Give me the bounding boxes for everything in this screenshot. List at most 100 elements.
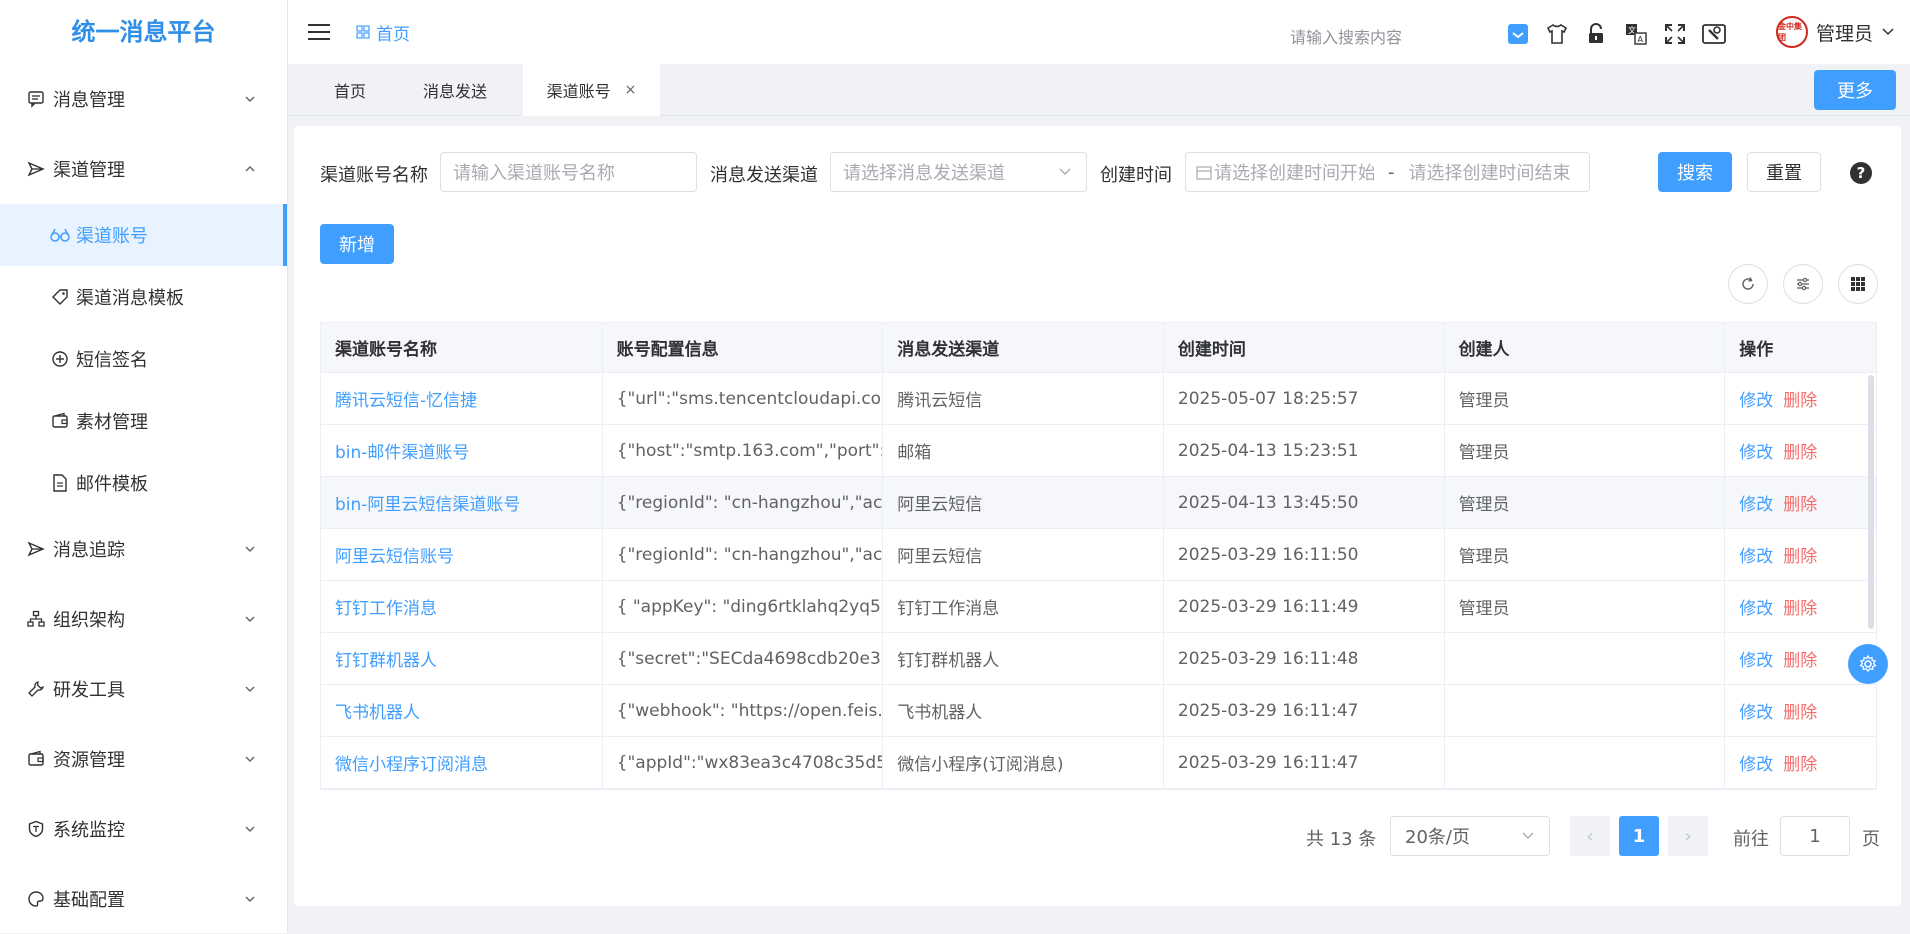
- page-size-select[interactable]: 20条/页: [1390, 816, 1550, 856]
- filter-channel-label: 消息发送渠道: [710, 165, 818, 186]
- hamburger-icon[interactable]: [306, 19, 332, 45]
- delete-link[interactable]: 删除: [1783, 542, 1817, 567]
- sidebar-item-channel-management[interactable]: 渠道管理: [0, 134, 287, 204]
- tab-label: 消息发送: [422, 82, 487, 101]
- wallet-icon: [25, 748, 47, 770]
- search-button[interactable]: 搜索: [1658, 152, 1732, 192]
- header-search-input[interactable]: 请输入搜索内容: [1290, 24, 1402, 48]
- filter-settings-icon[interactable]: [1783, 264, 1823, 304]
- refresh-icon[interactable]: [1728, 264, 1768, 304]
- sidebar-item-material-management[interactable]: 素材管理: [0, 390, 287, 452]
- delete-link[interactable]: 删除: [1783, 438, 1817, 463]
- account-name-link[interactable]: bin-阿里云短信渠道账号: [335, 490, 520, 515]
- chevron-down-icon: [245, 756, 255, 762]
- account-name-link[interactable]: 钉钉群机器人: [335, 646, 437, 671]
- tab-home[interactable]: 首页: [304, 64, 396, 116]
- date-end-input[interactable]: 请选择创建时间结束: [1409, 159, 1589, 185]
- created-cell: 2025-03-29 16:11:48: [1164, 633, 1445, 684]
- delete-link[interactable]: 删除: [1783, 750, 1817, 775]
- close-icon[interactable]: ×: [625, 82, 637, 98]
- checkbox-icon[interactable]: [1506, 22, 1530, 46]
- wrench-icon: [25, 678, 47, 700]
- account-name-link[interactable]: 阿里云短信账号: [335, 542, 454, 567]
- columns-grid-icon[interactable]: [1838, 264, 1878, 304]
- creator-cell: 管理员: [1445, 477, 1726, 528]
- shirt-icon[interactable]: [1545, 22, 1569, 46]
- table-scrollbar[interactable]: [1868, 375, 1874, 629]
- tab-channel-account[interactable]: 渠道账号 ×: [523, 64, 660, 116]
- fullscreen-icon[interactable]: [1663, 22, 1687, 46]
- page-number-button[interactable]: 1: [1619, 816, 1659, 856]
- date-start-input[interactable]: 请选择创建时间开始: [1214, 159, 1374, 185]
- account-name-link[interactable]: bin-邮件渠道账号: [335, 438, 469, 463]
- created-cell: 2025-04-13 15:23:51: [1164, 425, 1445, 476]
- reset-button[interactable]: 重置: [1747, 152, 1821, 192]
- column-header: 创建时间: [1164, 323, 1445, 372]
- edit-link[interactable]: 修改: [1739, 438, 1773, 463]
- delete-link[interactable]: 删除: [1783, 646, 1817, 671]
- lock-icon[interactable]: [1584, 22, 1608, 46]
- tag-icon: [50, 287, 70, 307]
- sidebar-item-resource-management[interactable]: 资源管理: [0, 724, 287, 794]
- account-name-link[interactable]: 腾讯云短信-忆信捷: [335, 386, 477, 411]
- channel-cell: 阿里云短信: [883, 529, 1164, 580]
- creator-cell: [1445, 685, 1726, 736]
- chevron-down-icon: [1059, 168, 1071, 175]
- table-row: 钉钉群机器人 {"secret":"SECda4698cdb20e3... 钉钉…: [321, 633, 1876, 685]
- prev-page-button[interactable]: ‹: [1570, 816, 1610, 856]
- account-name-link[interactable]: 钉钉工作消息: [335, 594, 437, 619]
- delete-link[interactable]: 删除: [1783, 490, 1817, 515]
- channel-cell: 飞书机器人: [883, 685, 1164, 736]
- tool-settings-icon[interactable]: [1702, 22, 1726, 46]
- help-icon[interactable]: ?: [1850, 162, 1872, 184]
- sidebar-item-organization[interactable]: 组织架构: [0, 584, 287, 654]
- sidebar-item-channel-template[interactable]: 渠道消息模板: [0, 266, 287, 328]
- delete-link[interactable]: 删除: [1783, 386, 1817, 411]
- config-cell: {"regionId": "cn-hangzhou","ac...: [603, 477, 884, 528]
- sidebar-item-basic-config[interactable]: 基础配置: [0, 864, 287, 934]
- table-row: bin-邮件渠道账号 {"host":"smtp.163.com","port"…: [321, 425, 1876, 477]
- delete-link[interactable]: 删除: [1783, 698, 1817, 723]
- more-button[interactable]: 更多: [1814, 70, 1896, 110]
- sidebar-item-sms-signature[interactable]: 短信签名: [0, 328, 287, 390]
- delete-link[interactable]: 删除: [1783, 594, 1817, 619]
- app-logo-title: 统一消息平台: [71, 18, 216, 46]
- sidebar-item-label: 渠道管理: [53, 160, 125, 181]
- table-header-row: 渠道账号名称 账号配置信息 消息发送渠道 创建时间 创建人 操作: [321, 323, 1876, 373]
- breadcrumb[interactable]: 首页: [356, 20, 410, 45]
- sidebar-item-channel-account[interactable]: 渠道账号: [0, 204, 287, 266]
- edit-link[interactable]: 修改: [1739, 386, 1773, 411]
- column-header: 渠道账号名称: [321, 323, 603, 372]
- channel-select[interactable]: 请选择消息发送渠道: [830, 152, 1087, 192]
- shield-icon: [25, 818, 47, 840]
- sidebar-item-message-management[interactable]: 消息管理: [0, 64, 287, 134]
- edit-link[interactable]: 修改: [1739, 490, 1773, 515]
- next-page-button[interactable]: ›: [1668, 816, 1708, 856]
- translate-icon[interactable]: 文A: [1624, 22, 1648, 46]
- chevron-up-icon: [245, 166, 255, 172]
- tab-message-send[interactable]: 消息发送: [396, 64, 514, 116]
- edit-link[interactable]: 修改: [1739, 542, 1773, 567]
- account-name-input[interactable]: 请输入渠道账号名称: [440, 152, 697, 192]
- add-button[interactable]: 新增: [320, 224, 394, 264]
- user-menu[interactable]: 金中集团 管理员: [1776, 16, 1895, 48]
- created-cell: 2025-03-29 16:11:50: [1164, 529, 1445, 580]
- account-name-link[interactable]: 飞书机器人: [335, 698, 420, 723]
- account-name-link[interactable]: 微信小程序订阅消息: [335, 750, 488, 775]
- created-cell: 2025-03-29 16:11:47: [1164, 685, 1445, 736]
- sidebar-item-label: 消息追踪: [53, 540, 125, 561]
- sidebar-item-dev-tools[interactable]: 研发工具: [0, 654, 287, 724]
- palette-icon: [25, 888, 47, 910]
- edit-link[interactable]: 修改: [1739, 698, 1773, 723]
- edit-link[interactable]: 修改: [1739, 594, 1773, 619]
- edit-link[interactable]: 修改: [1739, 646, 1773, 671]
- sidebar-item-mail-template[interactable]: 邮件模板: [0, 452, 287, 514]
- goto-page-input[interactable]: 1: [1780, 816, 1850, 856]
- sidebar-item-label: 系统监控: [53, 820, 125, 841]
- sidebar-item-message-tracking[interactable]: 消息追踪: [0, 514, 287, 584]
- edit-link[interactable]: 修改: [1739, 750, 1773, 775]
- sidebar: 统一消息平台 消息管理 渠道管理 渠道账号 渠道消息模板 短信签名 素材管理 邮…: [0, 0, 288, 933]
- settings-gear-icon[interactable]: [1848, 644, 1888, 684]
- sidebar-item-system-monitor[interactable]: 系统监控: [0, 794, 287, 864]
- date-range-picker[interactable]: 请选择创建时间开始 - 请选择创建时间结束: [1185, 152, 1590, 192]
